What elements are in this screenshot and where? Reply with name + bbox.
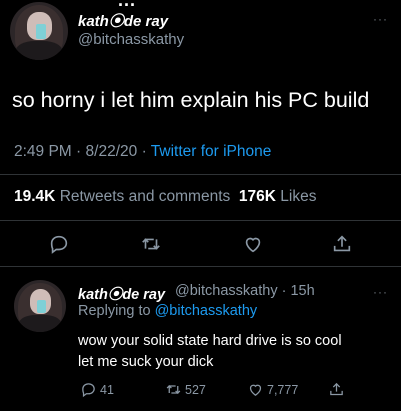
display-name[interactable]: kath⦿de ray	[78, 10, 168, 31]
likes-count[interactable]: 176K	[239, 188, 276, 205]
retweets-label[interactable]: Retweets and comments	[60, 188, 231, 205]
tweet-date: 8/22/20	[85, 143, 138, 160]
replying-handle-link[interactable]: @bitchasskathy	[155, 303, 258, 319]
reply-handle-line: @bitchasskathy · 15h	[175, 283, 315, 299]
replying-prefix: Replying to	[78, 303, 151, 319]
like-icon[interactable]	[242, 233, 264, 255]
meta-separator: ·	[281, 283, 287, 299]
reply-age: 15h	[290, 283, 315, 299]
share-icon	[330, 382, 343, 396]
more-icon[interactable]: ···	[373, 12, 388, 26]
meta-separator: ·	[76, 143, 82, 160]
reply-user-handle[interactable]: @bitchasskathy	[175, 283, 278, 299]
divider	[0, 174, 401, 175]
user-handle[interactable]: @bitchasskathy	[78, 31, 184, 48]
divider	[0, 266, 401, 267]
tweet-time: 2:49 PM	[14, 143, 72, 160]
like-count: 7,777	[267, 382, 299, 397]
reply-icon	[82, 383, 95, 398]
reply-share-button[interactable]	[328, 381, 348, 398]
reply-display-name[interactable]: kath⦿de ray	[78, 283, 165, 304]
avatar[interactable]	[10, 2, 68, 60]
reply-text-line1: wow your solid state hard drive is so co…	[78, 333, 342, 349]
more-icon[interactable]: ···	[373, 285, 388, 299]
reply-retweet-button[interactable]: 527	[165, 381, 206, 398]
reply-reply-button[interactable]: 41	[80, 381, 114, 398]
tweet-stats: 19.4K Retweets and comments 176K Likes	[14, 188, 316, 206]
reply-icon[interactable]	[48, 233, 70, 255]
retweet-icon[interactable]	[140, 233, 162, 255]
retweet-icon	[166, 385, 181, 394]
reply-text-line2: let me suck your dick	[78, 354, 214, 370]
retweets-count[interactable]: 19.4K	[14, 188, 55, 205]
likes-label[interactable]: Likes	[280, 188, 316, 205]
tweet-text: so horny i let him explain his PC build	[12, 88, 370, 112]
like-icon	[249, 384, 262, 396]
share-icon[interactable]	[331, 233, 353, 255]
tweet-source-link[interactable]: Twitter for iPhone	[151, 143, 272, 160]
retweet-count: 527	[185, 382, 206, 397]
divider	[0, 220, 401, 221]
reply-like-button[interactable]: 7,777	[247, 381, 298, 398]
meta-separator: ·	[141, 143, 147, 160]
replying-to: Replying to @bitchasskathy	[78, 303, 257, 319]
reply-avatar[interactable]	[14, 280, 66, 332]
reply-count: 41	[100, 382, 114, 397]
tweet-meta: 2:49 PM · 8/22/20 · Twitter for iPhone	[14, 143, 271, 161]
